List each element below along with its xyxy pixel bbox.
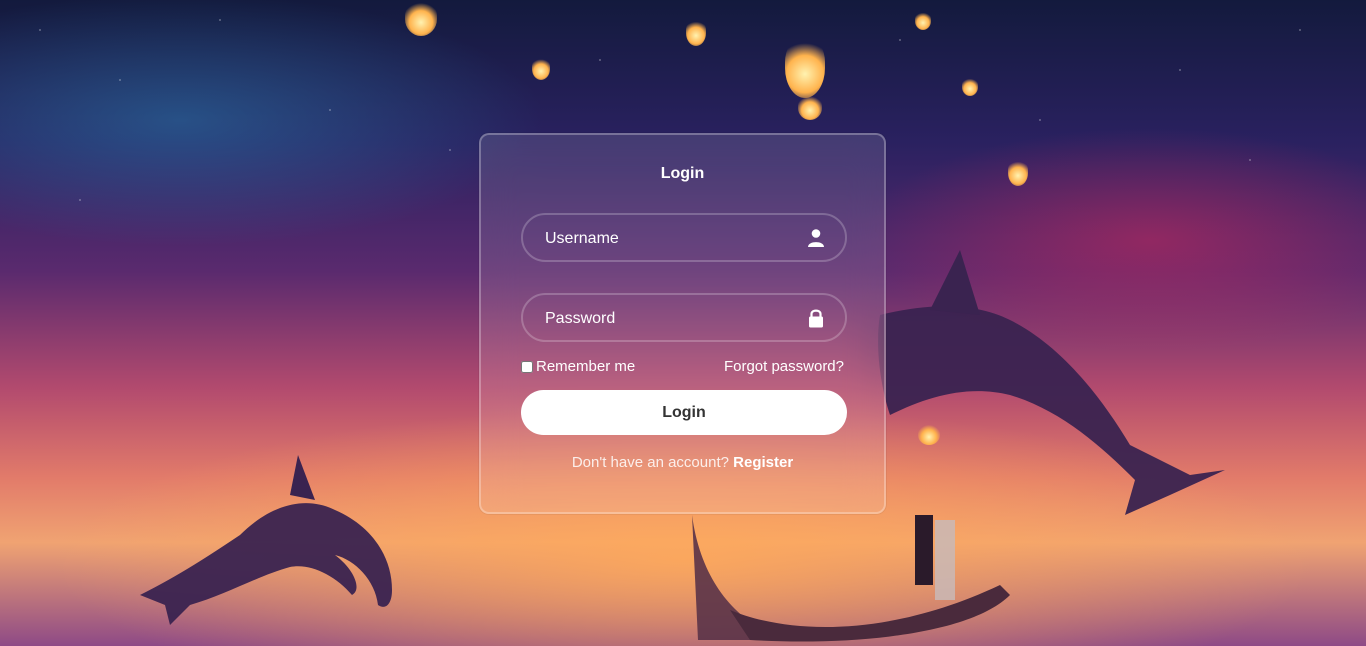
- lock-icon: [809, 309, 823, 328]
- remember-me-label: Remember me: [536, 358, 636, 375]
- dolphin-left: [140, 455, 392, 625]
- password-input[interactable]: [543, 295, 797, 342]
- lantern-decoration: [405, 2, 437, 36]
- login-button[interactable]: Login: [521, 390, 847, 435]
- lantern-decoration: [798, 96, 822, 120]
- password-field[interactable]: [521, 293, 847, 342]
- login-title: Login: [660, 165, 705, 182]
- lantern-decoration: [915, 12, 931, 30]
- login-card: Login Remember me Forgot password? Login…: [479, 133, 886, 514]
- register-prompt-text: Don't have an account?: [571, 454, 729, 471]
- username-field[interactable]: [521, 213, 847, 262]
- boat-with-couple: [692, 515, 1010, 642]
- lantern-decoration: [1008, 160, 1028, 186]
- lantern-decoration: [785, 38, 825, 98]
- remember-me-checkbox[interactable]: [521, 360, 533, 373]
- user-icon: [808, 229, 824, 247]
- lantern-decoration: [686, 20, 706, 46]
- register-link[interactable]: Register: [733, 454, 793, 471]
- remember-me[interactable]: Remember me: [521, 358, 635, 375]
- dolphin-right: [878, 250, 1225, 515]
- register-prompt: Don't have an account? Register: [481, 454, 884, 471]
- lantern-decoration: [962, 78, 978, 96]
- lantern-decoration: [532, 58, 550, 80]
- forgot-password-link[interactable]: Forgot password?: [724, 358, 844, 375]
- username-input[interactable]: [543, 215, 797, 262]
